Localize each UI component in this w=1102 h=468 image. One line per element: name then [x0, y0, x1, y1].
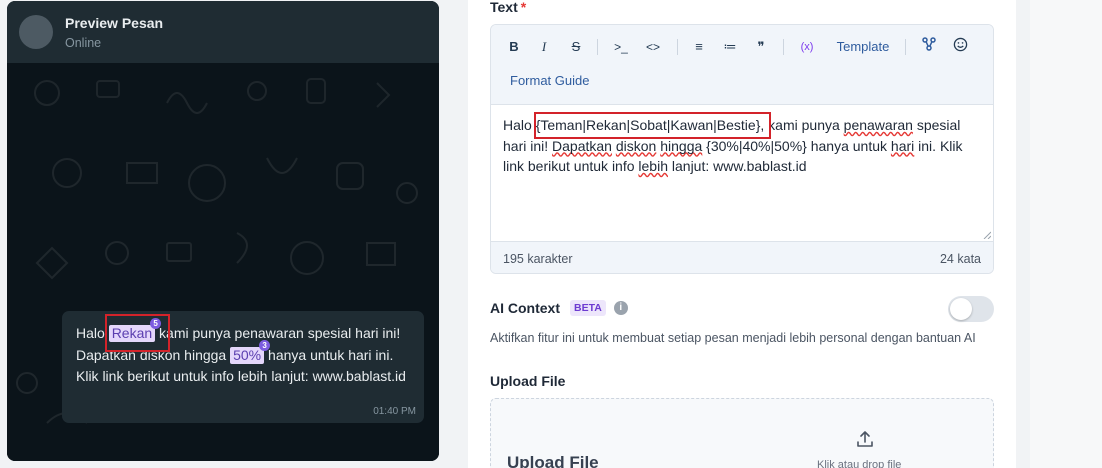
chip-text: 50% [233, 346, 262, 363]
message-preview-panel: Preview Pesan Online Halo Rekan 5 kami p… [7, 1, 439, 461]
highlight-box [105, 314, 170, 352]
editor-text: Halo [503, 117, 536, 133]
highlight-box [534, 112, 771, 139]
editor-text: lanjut: www.bablast.id [668, 158, 807, 174]
editor-toolbar: B I S >_ <> ≡ ≔ ❞ (x) Template Format Gu… [491, 25, 993, 105]
editor-text: , kami punya [760, 117, 844, 133]
code-block-button[interactable]: <> [643, 37, 663, 57]
editor-text: {30%|40%|50%} hanya untuk [702, 137, 891, 154]
toolbar-divider [677, 39, 678, 55]
editor-text: Dapatkan [552, 137, 612, 154]
toggle-knob [950, 298, 972, 320]
ai-context-row: AI Context BETA i [490, 300, 628, 316]
editor-text: diskon [615, 137, 657, 154]
rich-text-editor: B I S >_ <> ≡ ≔ ❞ (x) Template Format Gu… [490, 24, 994, 274]
spintax-icon[interactable] [921, 37, 937, 57]
preview-status: Online [65, 35, 102, 50]
quote-button[interactable]: ❞ [753, 37, 769, 57]
inline-code-button[interactable]: >_ [611, 37, 631, 57]
text-field-label: Text * [490, 0, 526, 15]
dropzone-title: Upload File [507, 453, 599, 468]
preview-header: Preview Pesan Online [7, 1, 439, 63]
emoji-icon[interactable] [952, 37, 968, 57]
preview-header-text: Preview Pesan Online [65, 14, 163, 51]
right-gutter [1030, 0, 1102, 468]
editor-text: lebih [638, 158, 668, 174]
message-textarea[interactable]: Halo {Teman|Rekan|Sobat|Kawan|Bestie}, k… [491, 105, 993, 241]
resize-grip-icon[interactable] [983, 231, 991, 239]
ai-context-description: Aktifkan fitur ini untuk membuat setiap … [490, 331, 976, 345]
beta-badge: BETA [570, 300, 606, 316]
page-root: Preview Pesan Online Halo Rekan 5 kami p… [0, 0, 1102, 468]
message-time: 01:40 PM [373, 406, 416, 417]
editor-footer: 195 karakter 24 kata [491, 241, 993, 273]
dropzone-hint: Klik atau drop file [817, 459, 902, 468]
file-dropzone[interactable]: Upload File Klik atau drop file [490, 398, 994, 468]
text-label: Text [490, 0, 518, 15]
bullet-list-button[interactable]: ≡ [691, 37, 707, 57]
numbered-list-button[interactable]: ≔ [722, 37, 738, 57]
word-count: 24 kata [939, 251, 981, 266]
upload-file-label: Upload File [490, 373, 566, 389]
avatar [19, 15, 53, 49]
required-mark: * [520, 0, 527, 15]
variable-button[interactable]: (x) [797, 37, 817, 57]
editor-text: penawaran [843, 117, 913, 133]
upload-icon [857, 431, 873, 447]
spintax-chip-discount[interactable]: 50% 3 [230, 339, 271, 364]
toolbar-divider [597, 39, 598, 55]
ai-context-label: AI Context [490, 300, 560, 316]
template-button[interactable]: Template [833, 37, 893, 57]
preview-title: Preview Pesan [65, 14, 164, 31]
italic-button[interactable]: I [537, 37, 551, 57]
character-count: 195 karakter [503, 251, 573, 266]
format-guide-link[interactable]: Format Guide [510, 73, 589, 88]
editor-text: hingga [660, 137, 703, 154]
info-icon[interactable]: i [613, 301, 628, 315]
message-part: Halo [76, 325, 109, 341]
toolbar-divider [905, 39, 906, 55]
chat-background: Halo Rekan 5 kami punya penawaran spesial… [7, 63, 439, 461]
ai-context-toggle[interactable] [948, 296, 994, 322]
strikethrough-button[interactable]: S [569, 37, 583, 57]
variant-count-badge: 3 [259, 339, 271, 351]
toolbar-divider [783, 39, 784, 55]
bold-button[interactable]: B [507, 37, 521, 57]
message-form: Text * B I S >_ <> ≡ ≔ ❞ (x) Template Fo… [468, 0, 1016, 468]
editor-text: hari [890, 137, 915, 154]
